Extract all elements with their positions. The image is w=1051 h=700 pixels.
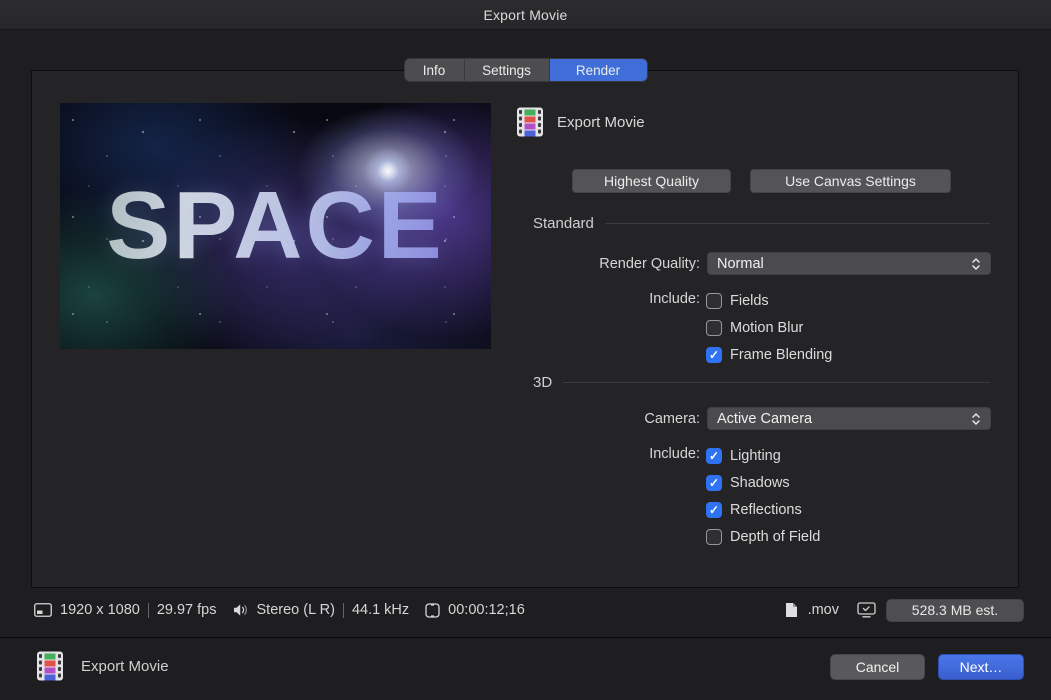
- section-3d-header: 3D: [533, 373, 990, 391]
- motion-blur-label: Motion Blur: [730, 320, 803, 336]
- export-header: Export Movie: [516, 106, 645, 138]
- standard-include-group: Fields Motion Blur Frame Blending: [706, 287, 832, 368]
- titlebar[interactable]: Export Movie: [0, 0, 1051, 30]
- section-divider: [605, 223, 990, 224]
- lighting-label: Lighting: [730, 448, 781, 464]
- footer-title: Export Movie: [81, 658, 169, 675]
- checkbox-row-motion-blur: Motion Blur: [706, 314, 832, 341]
- cancel-button[interactable]: Cancel: [830, 654, 925, 680]
- checkbox-row-frame-blending: Frame Blending: [706, 341, 832, 368]
- duration-value: 00:00:12;16: [448, 602, 525, 618]
- fields-label: Fields: [730, 293, 769, 309]
- file-extension-value: .mov: [808, 602, 839, 618]
- frame-blending-checkbox[interactable]: [706, 347, 722, 363]
- display-scale-icon: [34, 603, 52, 617]
- next-button[interactable]: Next…: [938, 654, 1024, 680]
- frame-blending-label: Frame Blending: [730, 347, 832, 363]
- shadows-checkbox[interactable]: [706, 475, 722, 491]
- camera-select[interactable]: Active Camera: [707, 407, 991, 430]
- status-bar-output-info: .mov 528.3 MB est.: [785, 597, 1024, 623]
- fields-checkbox[interactable]: [706, 293, 722, 309]
- footer-divider: [0, 637, 1051, 638]
- 3d-include-group: Lighting Shadows Reflections Depth of Fi…: [706, 442, 820, 550]
- tab-bar: Info Settings Render: [404, 58, 648, 82]
- tab-settings[interactable]: Settings: [465, 59, 550, 81]
- preview-title-text: SPACE: [60, 103, 491, 349]
- export-header-title: Export Movie: [557, 114, 645, 131]
- resolution-value: 1920 x 1080: [60, 602, 140, 618]
- highest-quality-button[interactable]: Highest Quality: [572, 169, 731, 193]
- checkbox-row-fields: Fields: [706, 287, 832, 314]
- reflections-label: Reflections: [730, 502, 802, 518]
- motion-blur-checkbox[interactable]: [706, 320, 722, 336]
- sample-rate-value: 44.1 kHz: [352, 602, 409, 618]
- 3d-include-label: Include:: [470, 446, 700, 462]
- filmstrip-icon: [36, 651, 64, 681]
- frame-rate-value: 29.97 fps: [157, 602, 217, 618]
- chevron-up-down-icon: [971, 256, 981, 272]
- section-standard-title: Standard: [533, 215, 594, 232]
- film-frame-icon: [425, 603, 440, 618]
- use-canvas-settings-button[interactable]: Use Canvas Settings: [750, 169, 951, 193]
- checkbox-row-lighting: Lighting: [706, 442, 820, 469]
- camera-label: Camera:: [470, 411, 700, 427]
- depth-of-field-checkbox[interactable]: [706, 529, 722, 545]
- footer-export-header: Export Movie: [36, 650, 169, 682]
- reflections-checkbox[interactable]: [706, 502, 722, 518]
- tab-info[interactable]: Info: [405, 59, 465, 81]
- checkbox-row-reflections: Reflections: [706, 496, 820, 523]
- movie-preview-image: SPACE: [60, 103, 491, 349]
- checkbox-row-shadows: Shadows: [706, 469, 820, 496]
- tab-render[interactable]: Render: [550, 59, 647, 81]
- speaker-icon: [233, 603, 249, 617]
- depth-of-field-label: Depth of Field: [730, 529, 820, 545]
- render-quality-value: Normal: [717, 256, 764, 272]
- chevron-up-down-icon: [971, 411, 981, 427]
- render-quality-label: Render Quality:: [470, 256, 700, 272]
- divider: [343, 603, 344, 618]
- status-bar-media-info: 1920 x 1080 29.97 fps Stereo (L R) 44.1 …: [34, 597, 525, 623]
- checkbox-row-depth-of-field: Depth of Field: [706, 523, 820, 550]
- export-movie-dialog: Export Movie Info Settings Render SPACE: [0, 0, 1051, 700]
- standard-include-label: Include:: [470, 291, 700, 307]
- shadows-label: Shadows: [730, 475, 790, 491]
- camera-value: Active Camera: [717, 411, 812, 427]
- divider: [148, 603, 149, 618]
- file-size-estimate: 528.3 MB est.: [886, 599, 1024, 622]
- section-3d-title: 3D: [533, 374, 552, 391]
- lighting-checkbox[interactable]: [706, 448, 722, 464]
- filmstrip-icon: [516, 107, 544, 137]
- audio-channels-value: Stereo (L R): [257, 602, 335, 618]
- monitor-icon: [857, 602, 876, 618]
- document-icon: [785, 602, 798, 618]
- window-title: Export Movie: [483, 7, 567, 23]
- section-divider: [563, 382, 990, 383]
- render-quality-select[interactable]: Normal: [707, 252, 991, 275]
- section-standard-header: Standard: [533, 214, 990, 232]
